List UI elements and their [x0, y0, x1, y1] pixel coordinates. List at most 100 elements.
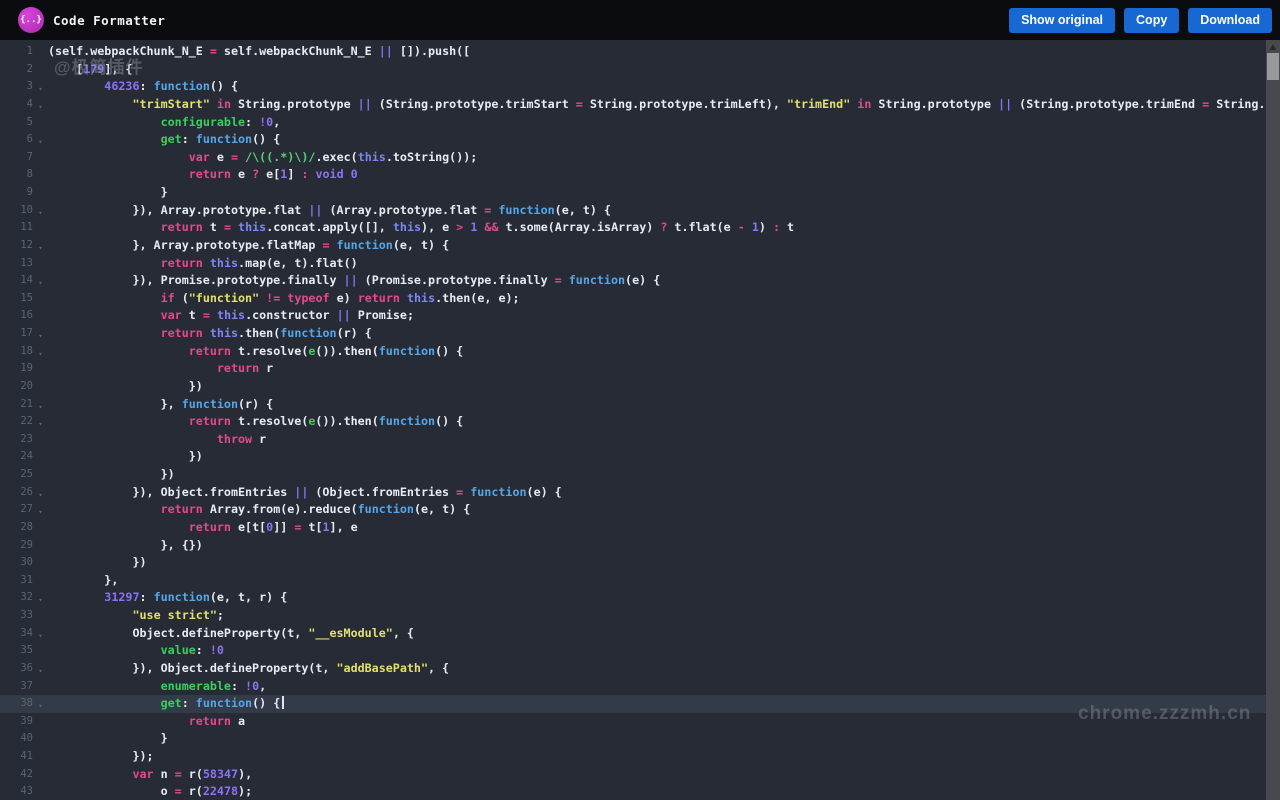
code-line[interactable]: 14▾ }), Promise.prototype.finally || (Pr… [0, 272, 1266, 290]
code-line[interactable]: 41 }); [0, 748, 1266, 766]
code-line[interactable]: 15 if ("function" != typeof e) return th… [0, 290, 1266, 308]
code-line[interactable]: 17▾ return this.then(function(r) { [0, 325, 1266, 343]
fold-chevron-icon[interactable]: ▾ [33, 81, 48, 99]
copy-button[interactable]: Copy [1124, 8, 1179, 33]
app-title: Code Formatter [53, 13, 165, 28]
code-line[interactable]: 29 }, {}) [0, 537, 1266, 555]
line-number: 20 [0, 378, 33, 396]
code-line[interactable]: 26▾ }), Object.fromEntries || (Object.fr… [0, 484, 1266, 502]
code-line[interactable]: 19 return r [0, 360, 1266, 378]
fold-spacer [33, 434, 48, 452]
app-logo-icon: {..} [18, 7, 44, 33]
code-line[interactable]: 32▾ 31297: function(e, t, r) { [0, 589, 1266, 607]
line-number: 33 [0, 607, 33, 625]
code-line[interactable]: 34▾ Object.defineProperty(t, "__esModule… [0, 625, 1266, 643]
code-line[interactable]: 16 var t = this.constructor || Promise; [0, 307, 1266, 325]
code-line[interactable]: 28 return e[t[0]] = t[1], e [0, 519, 1266, 537]
code-line[interactable]: 27▾ return Array.from(e).reduce(function… [0, 501, 1266, 519]
fold-chevron-icon[interactable]: ▾ [33, 240, 48, 258]
code-text: }), Promise.prototype.finally || (Promis… [48, 272, 660, 290]
fold-spacer [33, 187, 48, 205]
show-original-button[interactable]: Show original [1009, 8, 1115, 33]
code-text: return e[t[0]] = t[1], e [48, 519, 358, 537]
code-line[interactable]: 33 "use strict"; [0, 607, 1266, 625]
fold-chevron-icon[interactable]: ▾ [33, 592, 48, 610]
code-line[interactable]: 9 } [0, 184, 1266, 202]
scrollbar-up-arrow-icon[interactable]: ▲ [1266, 42, 1280, 52]
fold-chevron-icon[interactable]: ▾ [33, 663, 48, 681]
code-line[interactable]: 39 return a [0, 713, 1266, 731]
code-text: } [48, 730, 168, 748]
code-line[interactable]: 11 return t = this.concat.apply([], this… [0, 219, 1266, 237]
code-line[interactable]: 18▾ return t.resolve(e()).then(function(… [0, 343, 1266, 361]
line-number: 32 [0, 589, 33, 607]
code-line[interactable]: 37 enumerable: !0, [0, 678, 1266, 696]
fold-chevron-icon[interactable]: ▾ [33, 275, 48, 293]
header-bar: {..} Code Formatter Show original Copy D… [0, 0, 1280, 40]
fold-chevron-icon[interactable]: ▾ [33, 205, 48, 223]
scrollbar-thumb[interactable] [1267, 53, 1279, 80]
code-line[interactable]: 5 configurable: !0, [0, 114, 1266, 132]
code-text: }, Array.prototype.flatMap = function(e,… [48, 237, 449, 255]
code-line[interactable]: 24 }) [0, 448, 1266, 466]
code-line[interactable]: 36▾ }), Object.defineProperty(t, "addBas… [0, 660, 1266, 678]
code-line[interactable]: 12▾ }, Array.prototype.flatMap = functio… [0, 237, 1266, 255]
download-button[interactable]: Download [1188, 8, 1272, 33]
code-line[interactable]: 42 var n = r(58347), [0, 766, 1266, 784]
fold-spacer [33, 645, 48, 663]
code-text: }) [48, 554, 147, 572]
code-line[interactable]: 10▾ }), Array.prototype.flat || (Array.p… [0, 202, 1266, 220]
code-line[interactable]: 7 var e = /\((.*)\)/.exec(this.toString(… [0, 149, 1266, 167]
code-line[interactable]: 25 }) [0, 466, 1266, 484]
code-line[interactable]: 8 return e ? e[1] : void 0 [0, 166, 1266, 184]
fold-chevron-icon[interactable]: ▾ [33, 99, 48, 117]
code-line[interactable]: 20 }) [0, 378, 1266, 396]
code-text: 31297: function(e, t, r) { [48, 589, 287, 607]
code-text: "use strict"; [48, 607, 224, 625]
fold-chevron-icon[interactable]: ▾ [33, 416, 48, 434]
code-line[interactable]: 23 throw r [0, 431, 1266, 449]
code-line[interactable]: 40 } [0, 730, 1266, 748]
code-line[interactable]: 30 }) [0, 554, 1266, 572]
code-line[interactable]: 2 [179], { [0, 61, 1266, 79]
code-line[interactable]: 21▾ }, function(r) { [0, 396, 1266, 414]
code-line[interactable]: 1(self.webpackChunk_N_E = self.webpackCh… [0, 43, 1266, 61]
fold-spacer [33, 451, 48, 469]
line-number: 35 [0, 642, 33, 660]
line-number: 23 [0, 431, 33, 449]
code-line[interactable]: 38▾ get: function() { [0, 695, 1266, 713]
code-text: [179], { [48, 61, 132, 79]
fold-spacer [33, 222, 48, 240]
fold-chevron-icon[interactable]: ▾ [33, 134, 48, 152]
code-text: value: !0 [48, 642, 224, 660]
fold-chevron-icon[interactable]: ▾ [33, 399, 48, 417]
line-number: 4 [0, 96, 33, 114]
fold-chevron-icon[interactable]: ▾ [33, 346, 48, 364]
code-line[interactable]: 13 return this.map(e, t).flat() [0, 255, 1266, 273]
line-number: 9 [0, 184, 33, 202]
fold-chevron-icon[interactable]: ▾ [33, 628, 48, 646]
code-text: }) [48, 466, 175, 484]
code-lines: 1(self.webpackChunk_N_E = self.webpackCh… [0, 43, 1266, 800]
vertical-scrollbar[interactable]: ▲ [1266, 40, 1280, 800]
code-line[interactable]: 3▾ 46236: function() { [0, 78, 1266, 96]
fold-chevron-icon[interactable]: ▾ [33, 504, 48, 522]
code-text: }) [48, 448, 203, 466]
fold-chevron-icon[interactable]: ▾ [33, 698, 48, 716]
code-line[interactable]: 22▾ return t.resolve(e()).then(function(… [0, 413, 1266, 431]
code-line[interactable]: 4▾ "trimStart" in String.prototype || (S… [0, 96, 1266, 114]
code-line[interactable]: 35 value: !0 [0, 642, 1266, 660]
code-line[interactable]: 6▾ get: function() { [0, 131, 1266, 149]
code-line[interactable]: 43 o = r(22478); [0, 783, 1266, 800]
fold-spacer [33, 557, 48, 575]
code-text: }, function(r) { [48, 396, 273, 414]
code-editor[interactable]: 1(self.webpackChunk_N_E = self.webpackCh… [0, 40, 1280, 800]
line-number: 13 [0, 255, 33, 273]
line-number: 19 [0, 360, 33, 378]
fold-spacer [33, 610, 48, 628]
code-line[interactable]: 31 }, [0, 572, 1266, 590]
text-cursor [282, 696, 284, 709]
fold-chevron-icon[interactable]: ▾ [33, 328, 48, 346]
fold-chevron-icon[interactable]: ▾ [33, 487, 48, 505]
line-number: 26 [0, 484, 33, 502]
